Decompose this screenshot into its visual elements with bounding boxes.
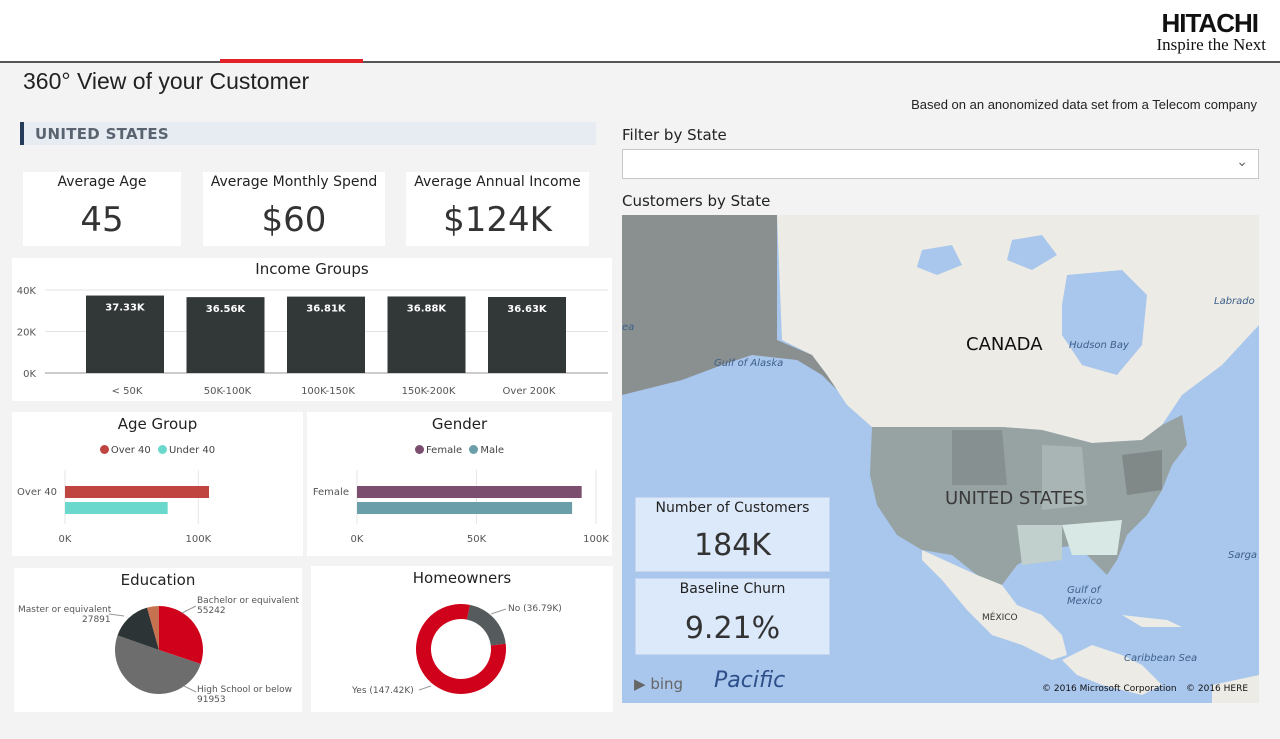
- map-label-pacific: Pacific: [714, 668, 786, 693]
- customers-map[interactable]: CANADA UNITED STATES Hudson Bay Gulf of …: [622, 215, 1259, 703]
- region-label: UNITED STATES: [35, 125, 169, 143]
- state-filter-dropdown[interactable]: ⌄: [622, 149, 1259, 179]
- gender-panel: Gender Female Male 0K 50K 100K Female: [307, 412, 612, 556]
- map-label-sea: ea: [622, 322, 635, 333]
- y-tick-label: 0K: [23, 369, 36, 380]
- leader-line: [181, 605, 197, 614]
- edu-label-bachelor: Bachelor or equivalent 55242: [197, 596, 300, 616]
- kpi-value: $124K: [443, 200, 552, 240]
- leader-line: [108, 613, 125, 617]
- hbar: [65, 486, 209, 498]
- home-label-no: No (36.79K): [508, 604, 562, 614]
- x-tick-label: 50K: [467, 534, 487, 545]
- x-tick-label: 100K: [186, 534, 212, 545]
- hbar: [357, 486, 582, 498]
- hbar: [65, 502, 168, 514]
- state-region[interactable]: [1017, 525, 1062, 565]
- stat-label: Baseline Churn: [679, 581, 786, 597]
- income-chart-svg: 0K 20K 40K 37.33K < 50K 36.56K 50K-100K 36.81K…: [17, 286, 608, 397]
- leader-line: [418, 685, 432, 691]
- category-label: Over 40: [17, 487, 57, 498]
- bar-data-label: 37.33K: [105, 303, 146, 314]
- kpi-card-monthly-spend: Average Monthly Spend $60: [203, 172, 385, 246]
- age-group-panel: Age Group Over 40 Under 40 0K 100K Over 40: [12, 412, 303, 556]
- map-label-hudson: Hudson Bay: [1069, 340, 1129, 351]
- bar-data-label: 36.81K: [306, 304, 347, 315]
- x-tick-label: 50K-100K: [204, 386, 252, 397]
- income-groups-panel: Income Groups 0K 20K 40K 37.33K < 50K 36.56K…: [12, 258, 612, 401]
- kpi-card-age: Average Age 45: [23, 172, 181, 246]
- hbar: [357, 502, 573, 514]
- home-label-yes: Yes (147.42K): [352, 686, 414, 696]
- kpi-label: Average Age: [57, 174, 147, 190]
- map-label-gulf-mexico: Gulf of Mexico: [1067, 585, 1103, 607]
- gender-chart-svg: 0K 50K 100K Female: [313, 470, 609, 545]
- stat-card-churn: Baseline Churn 9.21%: [635, 578, 830, 655]
- state-region[interactable]: [1062, 520, 1122, 555]
- edu-label-highschool: High School or below 91953: [197, 685, 292, 705]
- x-tick-label: 150K-200K: [402, 386, 456, 397]
- filter-label: Filter by State: [622, 126, 727, 144]
- brand-tagline: Inspire the Next: [1156, 35, 1266, 54]
- map-label-gulf-alaska: Gulf of Alaska: [714, 358, 784, 369]
- bar-data-label: 36.56K: [206, 304, 247, 315]
- bing-logo: ▶ bing: [634, 675, 684, 693]
- map-attribution-ms: © 2016 Microsoft Corporation: [1042, 684, 1177, 694]
- top-header: [0, 0, 1280, 63]
- kpi-value: $60: [261, 200, 327, 240]
- stat-card-customers: Number of Customers 184K: [635, 497, 830, 572]
- map-label-us: UNITED STATES: [945, 488, 1085, 509]
- stat-value: 184K: [694, 528, 771, 563]
- kpi-card-annual-income: Average Annual Income $124K: [406, 172, 589, 246]
- x-tick-label: 100K: [583, 534, 609, 545]
- map-label-canada: CANADA: [966, 334, 1043, 355]
- kpi-value: 45: [80, 200, 124, 240]
- bar-data-label: 36.63K: [507, 304, 548, 315]
- bar-data-label: 36.88K: [407, 303, 448, 314]
- state-region[interactable]: [1122, 450, 1162, 495]
- leader-line: [183, 685, 197, 693]
- y-tick-label: 20K: [17, 328, 37, 339]
- education-panel: Education Master or equivalent 27891 Bach…: [14, 568, 302, 712]
- y-tick-label: 40K: [17, 286, 37, 297]
- kpi-label: Average Annual Income: [414, 174, 581, 190]
- x-tick-label: 0K: [351, 534, 364, 545]
- map-label-caribbean: Caribbean Sea: [1124, 653, 1198, 664]
- map-label-mexico: MÉXICO: [982, 613, 1018, 623]
- x-tick-label: 0K: [59, 534, 72, 545]
- page-subtitle: Based on an anonomized data set from a T…: [911, 97, 1257, 112]
- kpi-label: Average Monthly Spend: [210, 174, 378, 190]
- edu-label-master: Master or equivalent 27891: [18, 605, 112, 625]
- map-attribution-here: © 2016 HERE: [1186, 684, 1249, 694]
- map-label-sargasso: Sarga: [1228, 550, 1258, 561]
- x-tick-label: < 50K: [112, 386, 143, 397]
- map-title: Customers by State: [622, 192, 771, 210]
- chevron-down-icon[interactable]: ⌄: [1236, 154, 1248, 170]
- stat-label: Number of Customers: [655, 500, 810, 516]
- state-region[interactable]: [952, 430, 1007, 485]
- age-chart-svg: 0K 100K Over 40: [17, 470, 212, 545]
- x-tick-label: 100K-150K: [301, 386, 355, 397]
- map-label-labrador: Labrado: [1214, 296, 1255, 307]
- x-tick-label: Over 200K: [503, 386, 556, 397]
- island: [1122, 615, 1182, 627]
- stat-value: 9.21%: [684, 611, 781, 646]
- page-title: 360° View of your Customer: [23, 68, 310, 94]
- leader-line: [490, 608, 507, 615]
- category-label: Female: [313, 487, 349, 498]
- header-accent-bar: [220, 59, 363, 63]
- homeowners-panel: Homeowners No (36.79K) Yes (147.42K): [311, 566, 613, 712]
